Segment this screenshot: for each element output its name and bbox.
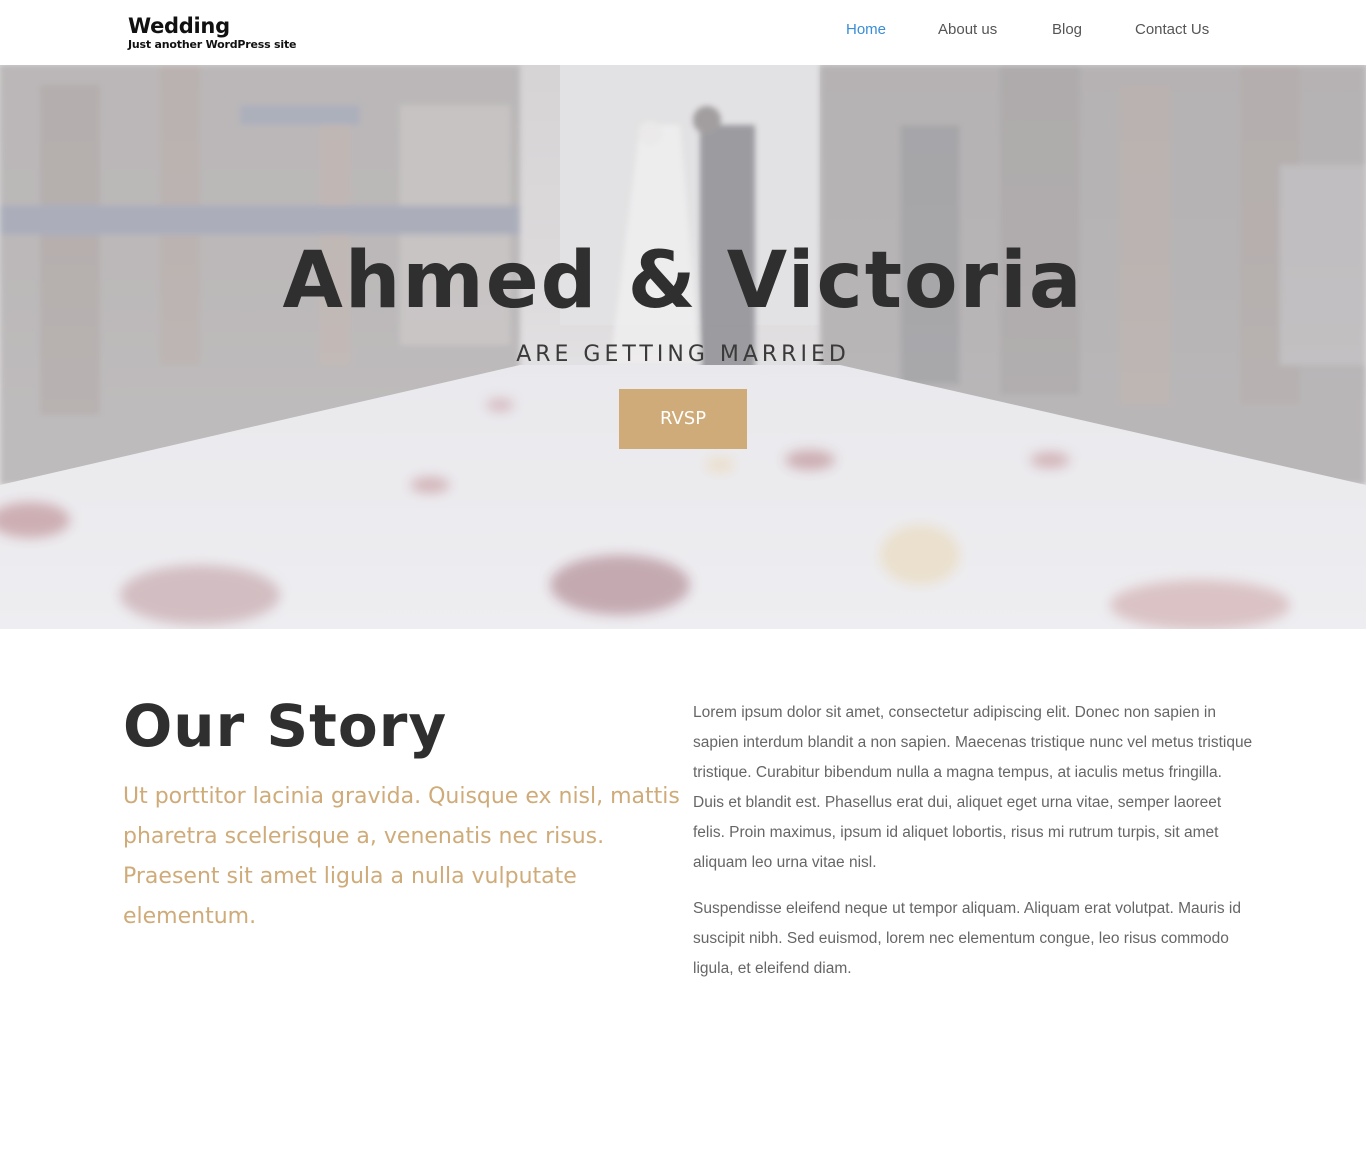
hero-title: Ahmed & Victoria bbox=[282, 236, 1084, 326]
rsvp-button[interactable]: RVSP bbox=[619, 389, 747, 449]
story-lead-text: Ut porttitor lacinia gravida. Quisque ex… bbox=[123, 784, 680, 929]
nav-item-blog[interactable]: Blog bbox=[1052, 21, 1082, 38]
main-navigation: Home About us Blog Contact Us bbox=[0, 21, 1366, 41]
hero-section: Ahmed & Victoria ARE GETTING MARRIED RVS… bbox=[0, 65, 1366, 629]
nav-item-contact-us[interactable]: Contact Us bbox=[1135, 21, 1209, 38]
story-paragraph: Suspendisse eleifend neque ut tempor ali… bbox=[693, 900, 1241, 977]
story-paragraph: Lorem ipsum dolor sit amet, consectetur … bbox=[693, 704, 1253, 871]
story-body: Lorem ipsum dolor sit amet, consectetur … bbox=[693, 698, 1253, 1000]
hero-subtitle: ARE GETTING MARRIED bbox=[516, 342, 850, 367]
nav-item-about-us[interactable]: About us bbox=[938, 21, 997, 38]
site-header: Wedding Just another WordPress site Home… bbox=[0, 0, 1366, 65]
our-story-section: Our Story Ut porttitor lacinia gravida. … bbox=[0, 629, 1366, 1164]
nav-item-home[interactable]: Home bbox=[846, 21, 886, 38]
story-title: Our Story bbox=[123, 692, 448, 760]
